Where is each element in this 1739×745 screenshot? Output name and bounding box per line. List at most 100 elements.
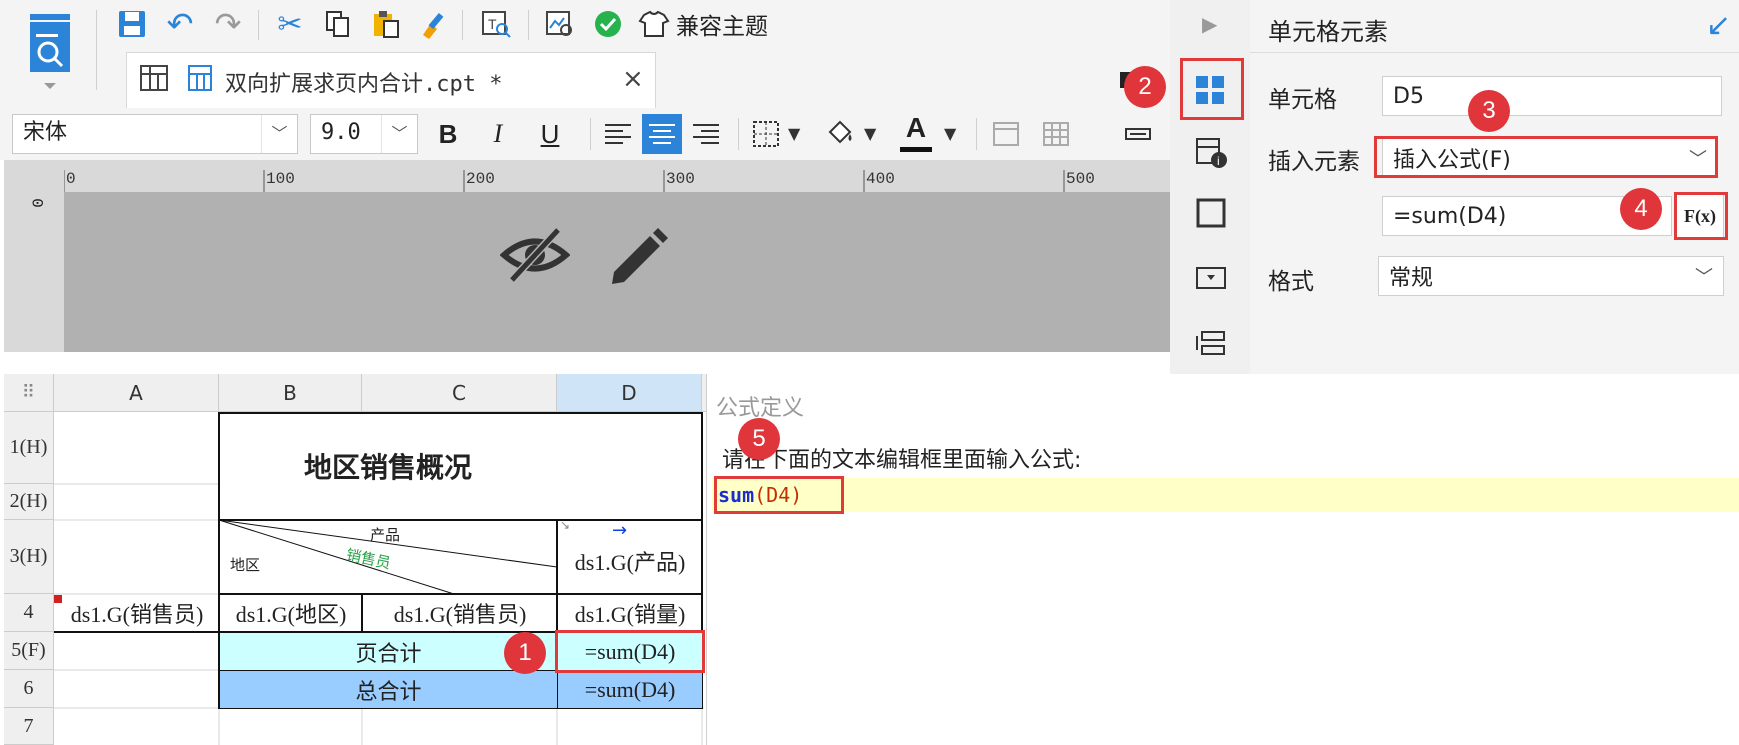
title-cell[interactable]: 地区销售概况 xyxy=(220,413,556,519)
paste-icon[interactable] xyxy=(366,4,406,44)
undo-icon[interactable]: ↶ xyxy=(160,4,200,44)
ruler-tick: 500 xyxy=(1066,170,1095,188)
panel-divider xyxy=(1250,52,1739,53)
font-size-value: 9.0 xyxy=(321,120,361,145)
highlight-cell-d5 xyxy=(555,630,705,673)
cell-d4[interactable]: ds1.G(销量) xyxy=(558,595,702,631)
cell-name-field[interactable]: D5 xyxy=(1382,76,1722,116)
designer-window: { "toolbar": { "compat_theme_label": "兼容… xyxy=(0,0,1739,745)
cell-label: 单元格 xyxy=(1268,87,1337,113)
caret-down-icon[interactable]: ▼ xyxy=(944,124,956,143)
column-header-b[interactable]: B xyxy=(219,374,362,412)
font-color-icon: A xyxy=(905,112,927,143)
align-right-icon[interactable] xyxy=(686,114,726,154)
column-header-a[interactable]: A xyxy=(54,374,219,412)
row-header-1[interactable]: 1(H) xyxy=(4,412,54,484)
expand-down-arrow-icon: ↘ xyxy=(560,518,571,532)
format-value: 常规 xyxy=(1389,266,1434,291)
caret-down-icon[interactable]: ▼ xyxy=(788,124,800,143)
widget-icon[interactable] xyxy=(1118,114,1158,154)
cell-c4[interactable]: ds1.G(销售员) xyxy=(363,595,557,631)
formula-editor[interactable]: sum(D4) xyxy=(712,478,1739,512)
widget-settings-icon[interactable] xyxy=(1194,262,1228,296)
font-color-button[interactable]: A xyxy=(898,112,934,152)
column-header-d[interactable]: D xyxy=(557,374,702,412)
vertical-ruler xyxy=(4,192,64,352)
format-label: 格式 xyxy=(1268,269,1314,295)
svg-text:T: T xyxy=(488,16,497,32)
highlight-fx-button xyxy=(1674,192,1728,240)
formula-dialog xyxy=(706,374,1739,745)
grid-layout-icon[interactable] xyxy=(138,62,170,94)
collapse-arrow-icon[interactable]: ▶ xyxy=(1202,12,1217,36)
italic-button[interactable]: I xyxy=(478,114,518,154)
cell-b4[interactable]: ds1.G(地区) xyxy=(220,595,362,631)
condition-icon[interactable] xyxy=(1194,328,1228,362)
save-icon[interactable] xyxy=(112,4,152,44)
tab-label: 双向扩展求页内合计.cpt * xyxy=(225,72,503,97)
highlight-formula xyxy=(714,476,844,514)
merge-cells-icon[interactable] xyxy=(986,114,1026,154)
slash-label-product: 产品 xyxy=(370,526,401,544)
border-style-icon[interactable] xyxy=(1194,196,1228,230)
align-left-icon[interactable] xyxy=(598,114,638,154)
compat-theme-button[interactable]: 兼容主题 xyxy=(638,6,768,42)
shirt-icon xyxy=(638,10,670,37)
border-icon[interactable] xyxy=(746,114,786,154)
caret-down-icon[interactable]: ▼ xyxy=(864,124,876,143)
parent-flag-icon xyxy=(54,595,62,603)
slash-label-region: 地区 xyxy=(230,556,261,574)
cell-d6[interactable]: =sum(D4) xyxy=(558,671,702,708)
row-header-2[interactable]: 2(H) xyxy=(4,484,54,520)
highlight-side-tab xyxy=(1180,58,1244,120)
row-header-7[interactable]: 7 xyxy=(4,708,54,745)
svg-text:i: i xyxy=(1217,154,1220,168)
fill-color-icon[interactable] xyxy=(820,112,860,152)
ruler-tick: 0 xyxy=(66,170,76,188)
preview-icon xyxy=(30,14,70,89)
row-header-6[interactable]: 6 xyxy=(4,670,54,708)
callout-badge-4: 4 xyxy=(1620,188,1662,230)
align-center-icon[interactable] xyxy=(642,114,682,154)
check-icon[interactable] xyxy=(588,4,628,44)
chevron-down-icon: ﹀ xyxy=(1695,267,1713,288)
font-size-select[interactable]: 9.0 ﹀ xyxy=(310,114,418,154)
format-select[interactable]: 常规 ﹀ xyxy=(1378,256,1724,296)
column-header-c[interactable]: C xyxy=(362,374,557,412)
chevron-down-icon: ﹀ xyxy=(261,115,297,153)
panel-title: 单元格元素 xyxy=(1268,18,1388,46)
properties-panel xyxy=(1250,0,1739,374)
cell-grand-total-label[interactable]: 总合计 xyxy=(220,671,557,708)
preview-button[interactable] xyxy=(18,8,82,94)
format-painter-icon[interactable] xyxy=(414,4,454,44)
chart-search-icon[interactable] xyxy=(540,4,580,44)
cell-d3[interactable]: ds1.G(产品) xyxy=(558,538,702,584)
side-tab-strip xyxy=(1170,0,1250,374)
cut-icon[interactable]: ✂ xyxy=(270,4,310,44)
row-header-4[interactable]: 4 xyxy=(4,594,54,632)
insert-element-label: 插入元素 xyxy=(1268,149,1360,175)
copy-icon[interactable] xyxy=(318,4,358,44)
underline-button[interactable]: U xyxy=(530,114,570,154)
report-file-icon xyxy=(186,62,216,94)
redo-icon[interactable]: ↷ xyxy=(208,4,248,44)
row-header-3[interactable]: 3(H) xyxy=(4,520,54,594)
expand-right-arrow-icon: → xyxy=(612,520,628,541)
ruler-tick: 100 xyxy=(266,170,295,188)
split-cells-icon[interactable] xyxy=(1036,114,1076,154)
corner-select-all[interactable]: ⠿ xyxy=(4,374,54,412)
apply-arrow-icon[interactable]: ↙ xyxy=(1706,8,1731,43)
font-family-select[interactable]: 宋体 ﹀ xyxy=(12,114,298,154)
compat-theme-label: 兼容主题 xyxy=(676,14,768,40)
cell-attribute-icon[interactable]: i xyxy=(1194,136,1228,170)
hide-eye-icon[interactable] xyxy=(499,222,571,288)
text-search-icon[interactable]: T xyxy=(476,4,516,44)
edit-pencil-icon[interactable] xyxy=(604,222,670,288)
ruler-ticks xyxy=(63,160,1170,192)
bold-button[interactable]: B xyxy=(428,114,468,154)
callout-badge-3: 3 xyxy=(1468,90,1510,132)
row-header-5[interactable]: 5(F) xyxy=(4,632,54,670)
tab-close-button[interactable]: × xyxy=(622,64,644,94)
ruler-tick: 200 xyxy=(466,170,495,188)
cell-a4[interactable]: ds1.G(销售员) xyxy=(55,595,219,631)
